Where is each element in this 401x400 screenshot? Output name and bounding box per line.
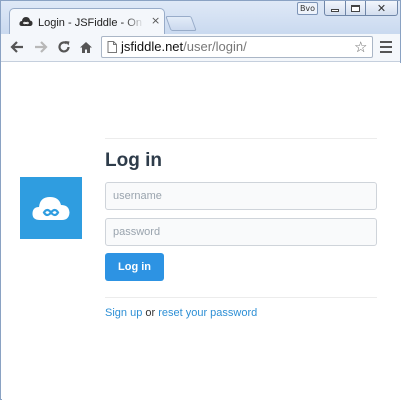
- url-path: /user/login/: [183, 39, 247, 54]
- reload-icon[interactable]: [55, 37, 73, 57]
- reset-password-link[interactable]: reset your password: [158, 307, 257, 319]
- password-input[interactable]: [105, 218, 377, 246]
- bookmark-star-icon[interactable]: ☆: [354, 38, 367, 56]
- browser-toolbar: jsfiddle.net/user/login/ ☆: [1, 34, 400, 62]
- tab-title-fade: [124, 14, 144, 30]
- divider-bottom: [105, 297, 377, 298]
- divider-top: [105, 138, 377, 139]
- back-arrow-icon[interactable]: [8, 37, 26, 57]
- username-input[interactable]: [105, 182, 377, 210]
- maximize-icon: [351, 4, 360, 12]
- page-content: Log in Log in Sign up or reset your pass…: [2, 63, 401, 400]
- title-bar: Bvo ✕ Login - JSFiddle - Online ×: [1, 1, 400, 35]
- home-icon[interactable]: [77, 37, 95, 57]
- forward-arrow-icon[interactable]: [32, 37, 50, 57]
- account-links: Sign up or reset your password: [105, 306, 257, 320]
- login-button[interactable]: Log in: [105, 253, 164, 281]
- url-host: jsfiddle.net: [121, 39, 184, 54]
- browser-window: Bvo ✕ Login - JSFiddle - Online ×: [0, 0, 401, 400]
- profile-badge[interactable]: Bvo: [297, 2, 318, 15]
- minimize-icon: [331, 9, 339, 12]
- address-bar[interactable]: jsfiddle.net/user/login/ ☆: [101, 36, 373, 58]
- tab-jsfiddle-login[interactable]: Login - JSFiddle - Online ×: [9, 8, 165, 35]
- new-tab-button[interactable]: [165, 16, 197, 31]
- jsfiddle-cloud-logo-icon: [32, 197, 70, 220]
- close-icon: ✕: [376, 1, 387, 15]
- jsfiddle-logo: [20, 177, 82, 239]
- jsfiddle-cloud-icon: [19, 17, 33, 26]
- close-window-button[interactable]: ✕: [365, 1, 398, 16]
- tab-close-icon[interactable]: ×: [151, 15, 161, 27]
- url-text: jsfiddle.net/user/login/: [121, 39, 247, 55]
- maximize-button[interactable]: [345, 1, 366, 16]
- signup-link[interactable]: Sign up: [105, 307, 142, 319]
- hamburger-menu-icon[interactable]: [379, 39, 393, 55]
- login-heading: Log in: [105, 150, 162, 171]
- page-icon: [107, 41, 117, 53]
- minimize-button[interactable]: [324, 1, 346, 16]
- or-text: or: [142, 307, 159, 319]
